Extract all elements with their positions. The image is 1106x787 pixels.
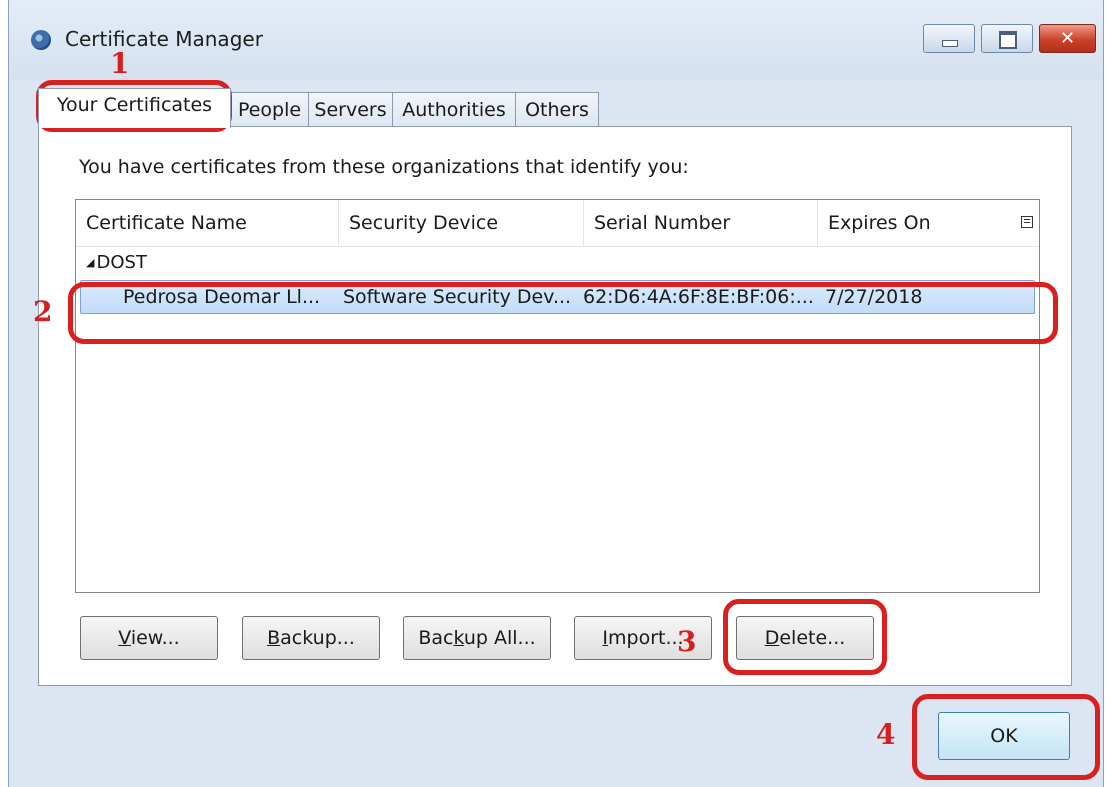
expand-triangle-icon[interactable]: ◢: [86, 256, 94, 269]
annotation-number-2: 2: [33, 295, 53, 328]
minimize-icon: [942, 40, 958, 47]
tab-authorities[interactable]: Authorities: [392, 92, 516, 127]
tab-servers[interactable]: Servers: [308, 92, 393, 127]
annotation-number-4: 4: [876, 718, 896, 751]
your-certificates-panel: You have certificates from these organiz…: [38, 126, 1072, 686]
close-button[interactable]: ✕: [1039, 24, 1096, 53]
maximize-button[interactable]: [981, 24, 1033, 53]
backup-all-button[interactable]: Backup All...: [403, 616, 551, 660]
close-icon: ✕: [1059, 28, 1076, 49]
annotation-number-3: 3: [677, 625, 697, 658]
backup-button[interactable]: Backup...: [242, 616, 380, 660]
view-button[interactable]: View...: [80, 616, 218, 660]
title-bar: Certificate Manager ✕: [9, 0, 1103, 80]
annotation-box-row: [68, 282, 1058, 344]
annotation-number-1: 1: [110, 47, 130, 80]
window-title: Certificate Manager: [65, 27, 263, 51]
column-certificate-name[interactable]: Certificate Name: [76, 200, 339, 246]
column-expires-on[interactable]: Expires On: [818, 200, 1011, 246]
certificate-tree[interactable]: Certificate Name Security Device Serial …: [75, 199, 1040, 593]
group-label: DOST: [96, 252, 147, 273]
column-serial-number[interactable]: Serial Number: [584, 200, 818, 246]
tree-group-row[interactable]: ◢ DOST: [86, 250, 147, 276]
maximize-icon: [999, 31, 1017, 49]
annotation-box-delete: [723, 599, 887, 675]
tree-header: Certificate Name Security Device Serial …: [76, 200, 1039, 247]
tab-others[interactable]: Others: [515, 92, 599, 127]
column-security-device[interactable]: Security Device: [339, 200, 584, 246]
app-icon: [31, 30, 51, 50]
annotation-box-ok: [912, 694, 1100, 780]
minimize-button[interactable]: [923, 24, 975, 53]
column-picker-icon[interactable]: [1021, 216, 1033, 228]
tab-your-certificates[interactable]: Your Certificates: [38, 88, 231, 128]
intro-text: You have certificates from these organiz…: [79, 156, 689, 178]
tab-people[interactable]: People: [230, 92, 309, 127]
